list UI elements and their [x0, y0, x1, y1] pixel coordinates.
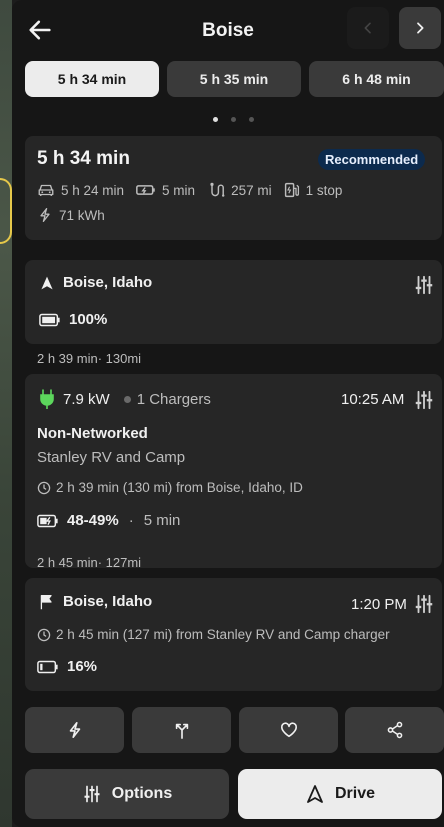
- charging-station-icon: [284, 182, 299, 198]
- adjust-button[interactable]: [413, 593, 435, 615]
- sliders-icon: [415, 390, 433, 410]
- drive-label: Drive: [334, 785, 376, 802]
- charger-count: 1 Chargers: [136, 390, 211, 408]
- drive-time: 5 h 24 min: [61, 182, 125, 198]
- charger-name: Stanley RV and Camp: [37, 449, 186, 466]
- clock-icon: [37, 481, 51, 494]
- destination-name: Boise, Idaho: [63, 593, 153, 610]
- navigation-arrow-icon: [41, 276, 53, 289]
- stop-count: 1 stop: [305, 182, 343, 198]
- route-tab-2[interactable]: 5 h 35 min: [167, 61, 301, 97]
- pager-dot-3: [249, 117, 254, 122]
- distance: 257 mi: [231, 182, 272, 198]
- sliders-icon: [415, 275, 433, 295]
- share-button[interactable]: [345, 707, 444, 753]
- battery-full-icon: [39, 313, 60, 326]
- previous-route-button[interactable]: [347, 7, 389, 49]
- charger-stop-card[interactable]: 7.9 kW 1 Chargers 10:25 AM Non-Networked…: [25, 374, 442, 568]
- charger-network: Non-Networked: [37, 425, 148, 442]
- flag-icon: [40, 594, 52, 609]
- chevron-left-icon: [364, 22, 371, 34]
- energy-use: 71 kWh: [59, 207, 105, 223]
- navigation-arrow-icon: [307, 785, 323, 803]
- charger-arrival-time: 10:25 AM: [341, 391, 405, 408]
- bolt-icon: [69, 721, 80, 739]
- charge-time: 5 min: [162, 182, 196, 198]
- leg-2-summary: 2 h 45 min· 127mi: [37, 555, 142, 570]
- total-time: 5 h 34 min: [37, 148, 130, 169]
- origin-battery: 100%: [69, 311, 108, 328]
- destination-battery: 16%: [67, 658, 98, 675]
- sliders-icon: [415, 594, 433, 614]
- charge-separator: ·: [128, 512, 134, 529]
- trip-panel: Boise 5 h 34 min 5 h 35 min 6 h 48 min 5…: [12, 0, 444, 827]
- options-button[interactable]: Options: [25, 769, 229, 819]
- destination-from-row: 2 h 45 min (127 mi) from Stanley RV and …: [37, 627, 390, 642]
- pager-dot-2: [231, 117, 236, 122]
- car-icon: [38, 184, 54, 196]
- charge-info-row: 48-49% · 5 min: [37, 512, 180, 529]
- origin-name: Boise, Idaho: [63, 274, 153, 291]
- route-tab-1[interactable]: 5 h 34 min: [25, 61, 159, 97]
- clock-icon: [37, 628, 51, 641]
- battery-low-icon: [37, 660, 58, 673]
- separator-dot: [123, 395, 131, 403]
- sliders-icon: [84, 785, 100, 803]
- options-label: Options: [111, 785, 173, 802]
- destination-from: 2 h 45 min (127 mi) from Stanley RV and …: [56, 627, 390, 642]
- charging-button[interactable]: [25, 707, 124, 753]
- charger-from-row: 2 h 39 min (130 mi) from Boise, Idaho, I…: [37, 480, 303, 495]
- charger-power: 7.9 kW: [63, 390, 110, 408]
- adjust-button[interactable]: [413, 274, 435, 296]
- origin-card[interactable]: Boise, Idaho 100%: [25, 260, 442, 344]
- favorite-button[interactable]: [239, 707, 338, 753]
- origin-row: Boise, Idaho: [39, 274, 152, 291]
- route-alternatives-button[interactable]: [132, 707, 231, 753]
- charge-duration: 5 min: [143, 512, 181, 529]
- bolt-icon: [40, 207, 50, 223]
- share-icon: [387, 721, 402, 739]
- next-route-button[interactable]: [399, 7, 441, 49]
- heart-icon: [280, 722, 297, 738]
- summary-metrics: 5 h 24 min 5 min 257 mi 1 stop: [37, 182, 342, 198]
- charger-header: 7.9 kW 1 Chargers: [39, 389, 211, 409]
- fork-icon: [175, 723, 188, 739]
- charge-range: 48-49%: [67, 512, 119, 529]
- route-tab-3[interactable]: 6 h 48 min: [309, 61, 444, 97]
- route-line: [0, 178, 12, 244]
- energy-row: 71 kWh: [37, 207, 105, 223]
- destination-row: Boise, Idaho: [39, 593, 152, 610]
- destination-card[interactable]: Boise, Idaho 1:20 PM 2 h 45 min (127 mi)…: [25, 578, 442, 691]
- route-summary-card[interactable]: 5 h 34 min Recommended 5 h 24 min 5 min …: [25, 136, 442, 240]
- destination-battery-row: 16%: [37, 658, 97, 675]
- plug-icon: [40, 389, 54, 409]
- leg-1-summary: 2 h 39 min· 130mi: [37, 351, 142, 366]
- charger-from: 2 h 39 min (130 mi) from Boise, Idaho, I…: [56, 480, 303, 495]
- origin-battery-row: 100%: [39, 311, 107, 328]
- destination-arrival-time: 1:20 PM: [351, 596, 407, 613]
- recommended-badge: Recommended: [318, 149, 426, 170]
- drive-button[interactable]: Drive: [238, 769, 442, 819]
- pager-dot-1: [213, 117, 218, 122]
- map-edge[interactable]: [0, 0, 12, 827]
- battery-charging-icon: [136, 185, 155, 195]
- route-distance-icon: [210, 182, 225, 197]
- adjust-button[interactable]: [413, 389, 435, 411]
- chevron-right-icon: [417, 22, 424, 34]
- battery-charging-icon: [37, 514, 58, 527]
